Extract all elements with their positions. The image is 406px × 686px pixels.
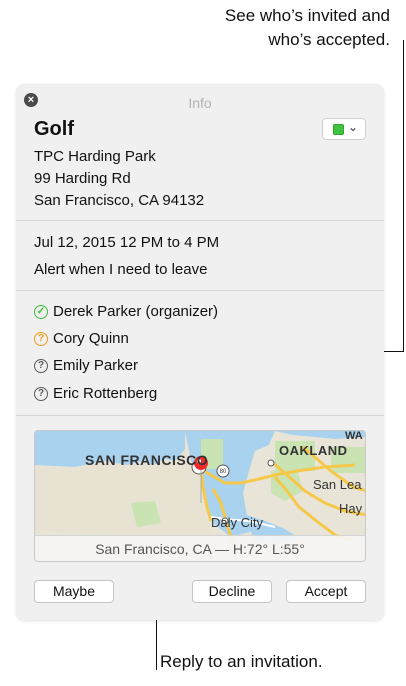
location-street[interactable]: 99 Harding Rd	[34, 170, 131, 187]
location-name[interactable]: TPC Harding Park	[34, 148, 156, 165]
chevron-down-icon: ⌄	[347, 120, 358, 134]
map-label-daly-city: Daly City	[211, 515, 264, 530]
invitee-name: Eric Rottenberg	[53, 385, 158, 402]
invitee-row[interactable]: ? Cory Quinn	[34, 330, 129, 347]
map-label-san-francisco: San Francisco	[85, 452, 208, 468]
invitee-row[interactable]: ? Eric Rottenberg	[34, 385, 157, 402]
invitees-callout-line1: See who’s invited and	[224, 6, 390, 25]
divider	[16, 220, 384, 221]
highway-shield-label: 80	[220, 469, 227, 475]
accept-button[interactable]: Accept	[286, 580, 366, 603]
question-circle-icon: ?	[34, 358, 48, 373]
maybe-button[interactable]: Maybe	[34, 580, 114, 603]
map-label-hayward: Hay	[339, 501, 363, 516]
invitee-name: Emily Parker	[53, 357, 139, 374]
divider	[16, 290, 384, 291]
divider	[16, 415, 384, 416]
location-map[interactable]: 80 San Francisco Oakland San Lea Hay Dal…	[34, 430, 366, 562]
invitees-callout: See who’s invited and who’s accepted.	[150, 4, 390, 52]
question-circle-icon: ?	[34, 331, 48, 346]
popover-title: Info	[188, 95, 212, 111]
location-city[interactable]: San Francisco, CA 94132	[34, 192, 204, 209]
invitee-row[interactable]: ✓ Derek Parker (organizer)	[34, 303, 218, 320]
decline-button[interactable]: Decline	[192, 580, 272, 603]
map-label-oakland: Oakland	[279, 443, 348, 458]
calendar-color-swatch	[333, 124, 344, 135]
event-datetime[interactable]: Jul 12, 2015 12 PM to 4 PM	[34, 234, 219, 251]
invitee-name: Cory Quinn	[53, 330, 129, 347]
checkmark-circle-icon: ✓	[34, 304, 48, 319]
map-label-wa: Wa	[345, 431, 363, 442]
event-alert[interactable]: Alert when I need to leave	[34, 261, 207, 278]
invitees-callout-line2: who’s accepted.	[268, 30, 390, 49]
map-label-san-leandro: San Lea	[313, 477, 362, 492]
event-title[interactable]: Golf	[34, 118, 74, 141]
invitee-name: Derek Parker (organizer)	[53, 303, 219, 320]
invitee-row[interactable]: ? Emily Parker	[34, 357, 138, 374]
calendar-color-picker[interactable]: ⌄	[322, 118, 366, 140]
question-circle-icon: ?	[34, 386, 48, 401]
event-info-popover: × Info Golf ⌄ TPC Harding Park 99 Hardin…	[16, 84, 384, 620]
reply-callout: Reply to an invitation.	[160, 652, 323, 671]
callout-line-vertical-top	[403, 40, 404, 352]
map-weather-caption: San Francisco, CA — H:72° L:55°	[35, 535, 365, 561]
